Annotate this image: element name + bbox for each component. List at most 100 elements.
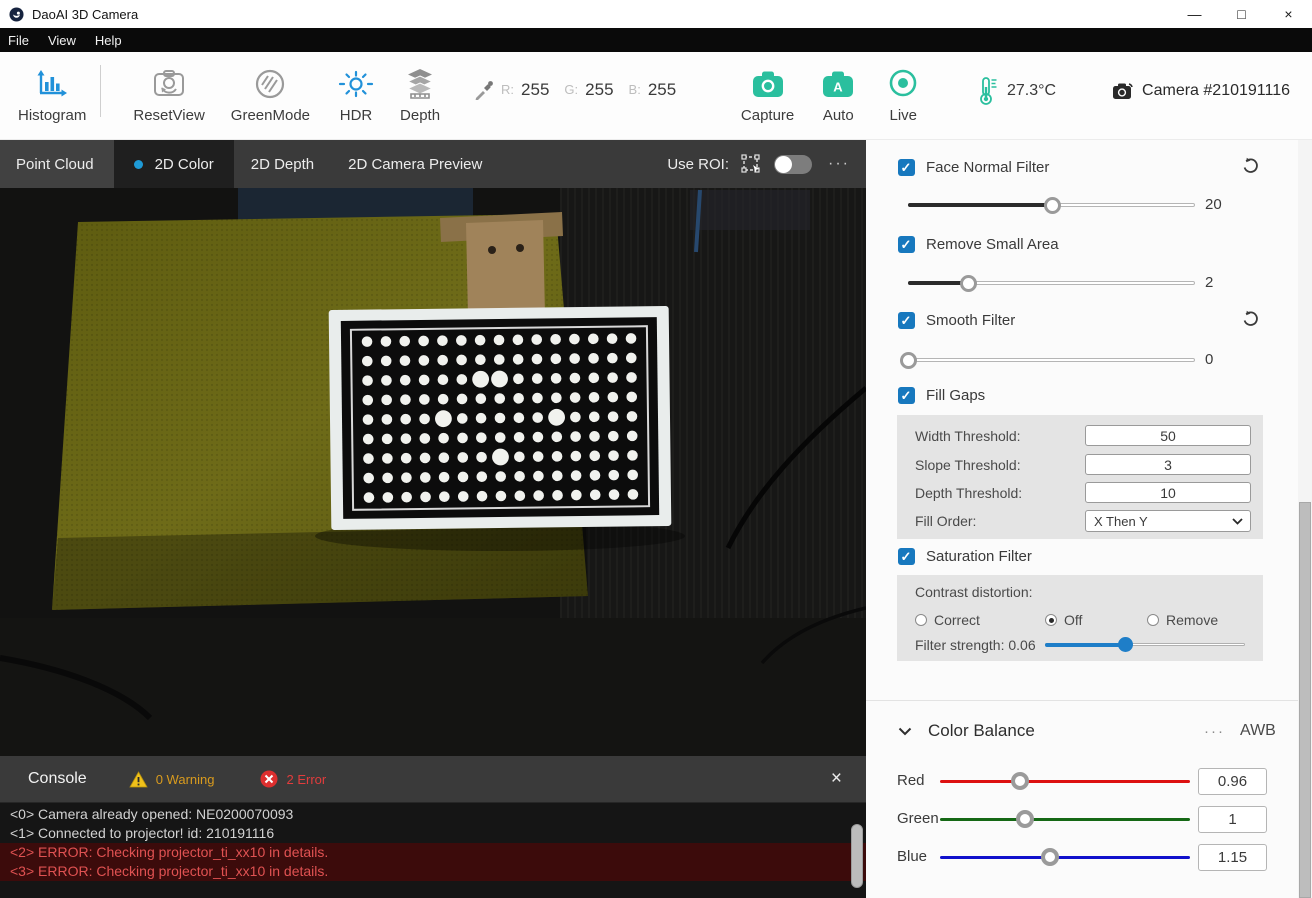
- contrast-remove-option[interactable]: Remove: [1147, 612, 1218, 628]
- console-line: <0> Camera already opened: NE0200070093: [10, 806, 294, 822]
- error-count: 2 Error: [286, 771, 327, 787]
- color-balance-more[interactable]: ···: [1204, 723, 1225, 740]
- minimize-button[interactable]: —: [1171, 0, 1218, 28]
- reset-view-button[interactable]: ResetView: [133, 68, 205, 124]
- console-line: <1> Connected to projector! id: 21019111…: [10, 825, 275, 841]
- blue-slider-thumb[interactable]: [1041, 848, 1059, 866]
- maximize-button[interactable]: □: [1218, 0, 1265, 28]
- window-title: DaoAI 3D Camera: [32, 6, 139, 22]
- green-mode-button[interactable]: GreenMode: [231, 68, 310, 124]
- contrast-off-radio[interactable]: [1045, 614, 1057, 626]
- blue-value-input[interactable]: [1198, 844, 1267, 871]
- tab-2d-depth[interactable]: 2D Depth: [234, 140, 331, 188]
- auto-capture-icon: A: [823, 71, 854, 97]
- smooth-filter-slider[interactable]: 0: [900, 351, 1213, 369]
- smooth-filter-label: Smooth Filter: [926, 312, 1016, 329]
- depth-threshold-input[interactable]: [1085, 482, 1251, 503]
- panel-scrollbar-thumb[interactable]: [1299, 502, 1311, 898]
- remove-small-area-slider[interactable]: 2: [908, 274, 1213, 292]
- r-label: R:: [501, 82, 515, 97]
- active-tab-dot: [133, 159, 143, 169]
- eyedropper-icon: [475, 80, 493, 100]
- roi-select-icon[interactable]: [741, 153, 762, 175]
- face-normal-filter-checkbox[interactable]: [898, 159, 915, 176]
- collapse-chevron-icon[interactable]: [898, 727, 912, 736]
- roi-toggle[interactable]: [774, 154, 813, 174]
- toolbar-separator: [100, 64, 102, 117]
- remove-small-area-value: 2: [1205, 274, 1214, 291]
- blue-channel-slider[interactable]: [940, 848, 1190, 866]
- app-logo-icon: [9, 6, 24, 22]
- saturation-filter-checkbox[interactable]: [898, 548, 915, 565]
- filter-strength-slider[interactable]: [1045, 636, 1245, 652]
- chevron-down-icon: [1232, 517, 1243, 525]
- pixel-rgb-readout: R: 255 G: 255 B: 255: [474, 80, 684, 100]
- green-value-input[interactable]: [1198, 806, 1267, 833]
- auto-button[interactable]: A Auto: [820, 68, 856, 124]
- contrast-off-option[interactable]: Off: [1045, 612, 1082, 628]
- camera-id-value: Camera #210191116: [1142, 81, 1291, 99]
- toolbar: Histogram ResetView GreenMode HDR Depth …: [0, 52, 1312, 140]
- tab-2d-camera-preview[interactable]: 2D Camera Preview: [331, 140, 499, 188]
- width-threshold-input[interactable]: [1085, 425, 1251, 446]
- capture-button[interactable]: Capture: [741, 68, 794, 124]
- tab-2d-color-label: 2D Color: [154, 155, 214, 173]
- camera-viewport: [0, 188, 868, 756]
- console-close-button[interactable]: ×: [831, 768, 842, 790]
- hdr-icon: [338, 70, 374, 97]
- camera-selector[interactable]: Camera #210191116: [1112, 82, 1290, 100]
- console-line: <2> ERROR: Checking projector_ti_xx10 in…: [0, 843, 866, 862]
- face-normal-slider[interactable]: 20: [908, 196, 1222, 214]
- contrast-correct-option[interactable]: Correct: [915, 612, 980, 628]
- depth-icon: [406, 68, 434, 99]
- temperature-readout: 27.3°C: [977, 76, 1056, 106]
- green-slider-thumb[interactable]: [1016, 810, 1034, 828]
- fill-order-select[interactable]: X Then Y: [1085, 510, 1251, 532]
- red-channel-slider[interactable]: [940, 772, 1190, 790]
- face-normal-reset-icon[interactable]: [1242, 157, 1260, 175]
- error-counter[interactable]: 2 Error: [260, 770, 326, 788]
- smooth-filter-slider-thumb[interactable]: [900, 352, 917, 369]
- menu-view[interactable]: View: [40, 33, 87, 48]
- warning-counter[interactable]: 0 Warning: [129, 770, 214, 788]
- tab-point-cloud[interactable]: Point Cloud: [0, 140, 114, 188]
- menu-help[interactable]: Help: [87, 33, 133, 48]
- remove-small-area-slider-thumb[interactable]: [960, 275, 978, 292]
- fill-order-value: X Then Y: [1094, 513, 1148, 529]
- fill-gaps-label: Fill Gaps: [926, 387, 986, 404]
- close-button[interactable]: ×: [1265, 0, 1312, 28]
- slope-threshold-label: Slope Threshold:: [915, 457, 1021, 473]
- contrast-remove-radio[interactable]: [1147, 614, 1159, 626]
- menu-file[interactable]: File: [0, 33, 40, 48]
- depth-button[interactable]: Depth: [400, 68, 440, 124]
- reset-view-icon: [154, 69, 185, 96]
- live-button[interactable]: Live: [886, 68, 920, 124]
- green-channel-slider[interactable]: [940, 810, 1190, 828]
- auto-label: Auto: [822, 106, 854, 124]
- color-balance-header[interactable]: Color Balance: [898, 721, 1035, 741]
- red-value-input[interactable]: [1198, 768, 1267, 795]
- face-normal-filter-label: Face Normal Filter: [926, 159, 1050, 176]
- saturation-filter-label: Saturation Filter: [926, 548, 1032, 565]
- temperature-value: 27.3°C: [1006, 81, 1057, 99]
- color-balance-title: Color Balance: [928, 721, 1035, 740]
- fill-gaps-checkbox[interactable]: [898, 387, 915, 404]
- fill-order-label: Fill Order:: [915, 513, 977, 529]
- red-slider-thumb[interactable]: [1011, 772, 1029, 790]
- hdr-button[interactable]: HDR: [338, 68, 374, 124]
- face-normal-slider-thumb[interactable]: [1043, 197, 1061, 214]
- tab-more-menu[interactable]: ···: [828, 155, 850, 173]
- b-value: 255: [647, 79, 677, 99]
- smooth-filter-reset-icon[interactable]: [1242, 310, 1260, 328]
- remove-small-area-checkbox[interactable]: [898, 236, 915, 253]
- awb-button[interactable]: AWB: [1240, 722, 1276, 740]
- tab-2d-color[interactable]: 2D Color: [113, 140, 234, 188]
- panel-scrollbar[interactable]: [1298, 140, 1312, 898]
- slope-threshold-input[interactable]: [1085, 454, 1251, 475]
- histogram-button[interactable]: Histogram: [18, 68, 86, 124]
- contrast-correct-radio[interactable]: [915, 614, 927, 626]
- filter-strength-thumb[interactable]: [1118, 637, 1133, 652]
- console-scrollbar[interactable]: [851, 824, 863, 888]
- face-normal-value: 20: [1205, 196, 1222, 213]
- smooth-filter-checkbox[interactable]: [898, 312, 915, 329]
